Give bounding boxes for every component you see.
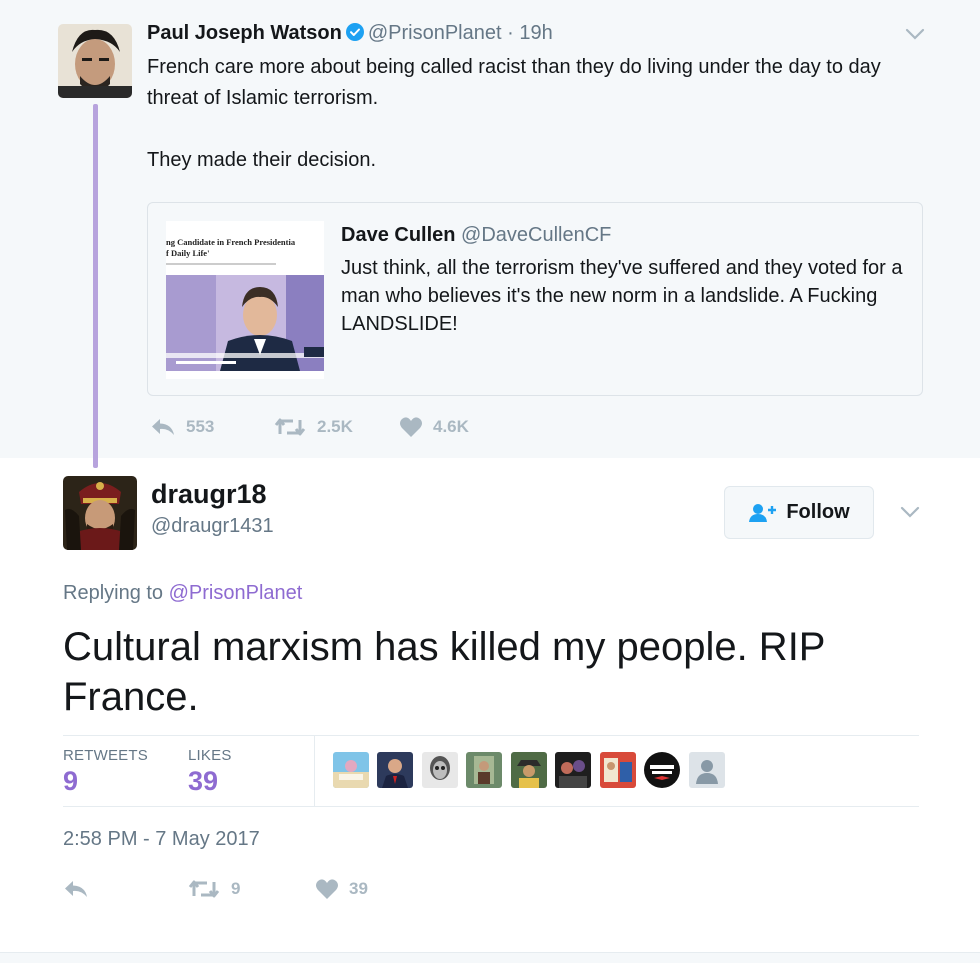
follow-button[interactable]: Follow xyxy=(724,486,874,539)
heart-icon xyxy=(400,417,422,437)
media-caption: f Daily Life' xyxy=(166,248,209,258)
chevron-down-icon[interactable] xyxy=(904,27,926,41)
follow-button-label: Follow xyxy=(786,501,850,523)
author-handle[interactable]: @draugr1431 xyxy=(151,515,274,538)
author-avatar[interactable] xyxy=(63,476,137,550)
liker-avatar[interactable] xyxy=(689,752,725,788)
tweet-text-paragraph: French care more about being called raci… xyxy=(147,56,881,109)
author-name[interactable]: draugr18 xyxy=(151,479,267,510)
replying-to-label: Replying to xyxy=(63,582,164,604)
media-caption: ng Candidate in French Presidentia xyxy=(166,237,296,247)
liker-avatar[interactable] xyxy=(511,752,547,788)
liker-avatar[interactable] xyxy=(555,752,591,788)
quoted-tweet-media[interactable]: ng Candidate in French Presidentia f Dai… xyxy=(166,221,324,379)
reply-count: 553 xyxy=(186,417,215,436)
parent-tweet[interactable]: Paul Joseph Watson @PrisonPlanet · 19h Fr… xyxy=(0,0,980,468)
tweet-header: Paul Joseph Watson @PrisonPlanet · 19h xyxy=(147,22,553,45)
liker-avatar[interactable] xyxy=(333,752,369,788)
like-count: 39 xyxy=(349,879,368,898)
divider xyxy=(63,806,919,807)
author-name[interactable]: Paul Joseph Watson xyxy=(147,22,342,44)
retweet-button[interactable]: 9 xyxy=(187,878,240,900)
reply-icon xyxy=(152,419,174,435)
replying-to-mention[interactable]: @PrisonPlanet xyxy=(169,582,303,604)
liker-avatar[interactable] xyxy=(422,752,458,788)
retweets-value: 9 xyxy=(63,766,79,796)
author-handle[interactable]: @PrisonPlanet xyxy=(368,22,502,44)
likes-label: LIKES xyxy=(188,747,232,764)
like-button[interactable]: 39 xyxy=(315,878,368,900)
replying-to: Replying to @PrisonPlanet xyxy=(63,582,302,605)
liker-avatar[interactable] xyxy=(466,752,502,788)
bottom-divider xyxy=(0,952,980,963)
quoted-tweet[interactable]: ng Candidate in French Presidentia f Dai… xyxy=(147,202,923,396)
tweet-timestamp[interactable]: 2:58 PM - 7 May 2017 xyxy=(63,828,260,851)
liker-avatar[interactable] xyxy=(600,752,636,788)
follow-user-icon xyxy=(749,503,777,522)
divider xyxy=(63,735,919,736)
separator-dot: · xyxy=(507,22,514,44)
author-avatar[interactable] xyxy=(58,24,132,98)
tweet-text: French care more about being called raci… xyxy=(147,52,927,176)
divider xyxy=(314,736,315,806)
like-count: 4.6K xyxy=(433,417,469,436)
chevron-down-icon[interactable] xyxy=(899,505,921,519)
conversation-thread-line xyxy=(93,104,98,468)
quoted-author-name[interactable]: Dave Cullen xyxy=(341,224,455,246)
tweet-text-paragraph: They made their decision. xyxy=(147,149,377,171)
tweet-time[interactable]: 19h xyxy=(519,22,552,44)
verified-badge-icon xyxy=(345,23,364,41)
retweets-label: RETWEETS xyxy=(63,747,148,764)
retweet-icon xyxy=(274,418,306,436)
reply-icon xyxy=(65,881,87,897)
heart-icon xyxy=(316,879,338,899)
reply-button[interactable]: 553 xyxy=(150,416,214,438)
quoted-author-handle[interactable]: @DaveCullenCF xyxy=(461,224,611,246)
likes-value: 39 xyxy=(188,766,219,796)
retweet-icon xyxy=(188,880,220,898)
liker-avatar[interactable] xyxy=(644,752,680,788)
liker-avatar[interactable] xyxy=(377,752,413,788)
retweet-count: 2.5K xyxy=(317,417,353,436)
reply-button[interactable] xyxy=(63,878,99,900)
quoted-tweet-text: Just think, all the terrorism they've su… xyxy=(341,257,903,335)
retweet-button[interactable]: 2.5K xyxy=(273,416,353,438)
tweet-text: Cultural marxism has killed my people. R… xyxy=(63,625,825,719)
like-button[interactable]: 4.6K xyxy=(399,416,469,438)
quoted-tweet-header: Dave Cullen @DaveCullenCF xyxy=(341,224,611,247)
retweet-count: 9 xyxy=(231,879,241,898)
